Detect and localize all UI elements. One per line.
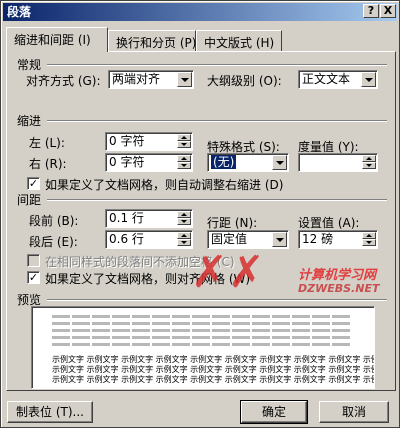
preview-previous-line <box>52 329 352 332</box>
space-after-spinner[interactable] <box>177 232 191 247</box>
watermark-text: 计算机学习网 <box>298 268 377 283</box>
alignment-select[interactable]: 两端对齐 <box>108 70 194 89</box>
tabs-button[interactable]: 制表位 (T)... <box>7 401 93 423</box>
window-title: 段落 <box>7 5 32 19</box>
help-button[interactable]: ? <box>363 4 379 18</box>
alignment-value: 两端对齐 <box>112 72 161 86</box>
cancel-button[interactable]: 取消 <box>319 401 389 423</box>
preview-previous-line <box>52 336 352 339</box>
by-spinner[interactable] <box>362 155 376 170</box>
preview-sample-line: 示例文字 示例文字 示例文字 示例文字 示例文字 示例文字 示例文字 示例文字 … <box>52 375 375 384</box>
at-spinner[interactable] <box>362 232 376 247</box>
space-after-input[interactable]: 0.6 行 <box>105 230 193 249</box>
divider <box>47 299 387 301</box>
space-before-label: 段前 (B): <box>29 214 79 228</box>
preview-pane: 示例文字 示例文字 示例文字 示例文字 示例文字 示例文字 示例文字 示例文字 … <box>31 306 375 389</box>
left-indent-label: 左 (L): <box>29 136 65 150</box>
space-before-value: 0.1 行 <box>109 211 144 225</box>
right-indent-label: 右 (R): <box>29 157 67 171</box>
space-before-spinner[interactable] <box>177 211 191 226</box>
watermark-logo-icon: ✗✗ <box>191 247 265 298</box>
preview-sample-line: 示例文字 示例文字 示例文字 示例文字 示例文字 示例文字 示例文字 示例文字 … <box>52 355 375 364</box>
divider <box>47 199 387 201</box>
no-space-same-style-checkbox[interactable] <box>27 254 40 267</box>
section-spacing: 间距 <box>17 193 42 207</box>
auto-adjust-checkbox[interactable]: ✓ <box>27 177 40 190</box>
at-value: 12 磅 <box>302 232 334 246</box>
outline-level-label: 大纲级别 (O): <box>207 74 282 88</box>
right-indent-spinner[interactable] <box>177 155 191 170</box>
space-after-label: 段后 (E): <box>29 235 78 249</box>
alignment-label: 对齐方式 (G): <box>26 74 101 88</box>
section-indentation: 缩进 <box>17 114 42 128</box>
space-after-value: 0.6 行 <box>109 232 144 246</box>
paragraph-dialog: 段落 ? X 缩进和间距 (I) 换行和分页 (P) 中文版式 (H) 常规 对… <box>0 0 400 428</box>
snap-to-grid-checkbox[interactable]: ✓ <box>27 271 40 284</box>
left-indent-spinner[interactable] <box>177 134 191 149</box>
tab-line-page-breaks[interactable]: 换行和分页 (P) <box>108 30 196 52</box>
special-format-value: (无) <box>211 155 237 169</box>
special-format-select[interactable]: (无) <box>207 153 289 172</box>
chevron-down-icon[interactable] <box>272 155 287 170</box>
left-indent-value: 0 字符 <box>109 134 145 148</box>
tab-indent-spacing[interactable]: 缩进和间距 (I) <box>6 27 108 52</box>
chevron-down-icon[interactable] <box>272 232 287 247</box>
preview-sample-line: 示例文字 示例文字 示例文字 示例文字 示例文字 示例文字 示例文字 示例文字 … <box>52 365 375 374</box>
chevron-down-icon[interactable] <box>177 72 192 87</box>
ok-button[interactable]: 确定 <box>240 400 308 424</box>
divider <box>47 64 387 66</box>
close-button[interactable]: X <box>380 4 396 18</box>
at-label: 设置值 (A): <box>298 216 360 230</box>
watermark-domain: DZWEBS.NET <box>298 282 380 295</box>
preview-previous-line <box>52 343 352 346</box>
space-before-input[interactable]: 0.1 行 <box>105 209 193 228</box>
section-general: 常规 <box>17 58 42 72</box>
right-indent-input[interactable]: 0 字符 <box>105 153 193 172</box>
at-input[interactable]: 12 磅 <box>298 230 378 249</box>
line-spacing-value: 固定值 <box>211 232 248 246</box>
divider <box>47 120 387 122</box>
preview-previous-line <box>52 322 352 325</box>
chevron-down-icon[interactable] <box>361 72 376 87</box>
line-spacing-label: 行距 (N): <box>207 216 258 230</box>
right-indent-value: 0 字符 <box>109 155 145 169</box>
title-bar: 段落 <box>3 3 397 21</box>
outline-level-select[interactable]: 正文文本 <box>298 70 378 89</box>
preview-previous-line <box>52 315 352 318</box>
outline-level-value: 正文文本 <box>302 72 351 86</box>
auto-adjust-label: 如果定义了文档网格，则自动调整右缩进 (D) <box>45 178 284 192</box>
tab-asian-typography[interactable]: 中文版式 (H) <box>196 30 282 52</box>
by-input[interactable] <box>298 153 378 172</box>
left-indent-input[interactable]: 0 字符 <box>105 132 193 151</box>
